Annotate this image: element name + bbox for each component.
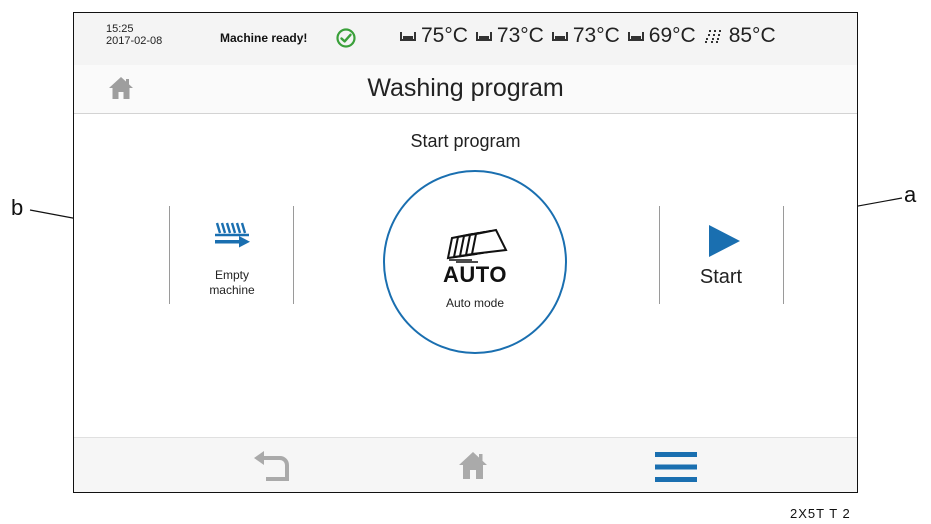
empty-machine-label: Empty machine: [170, 268, 294, 298]
auto-mode-label: Auto mode: [445, 296, 505, 310]
empty-label-line1: Empty: [214, 268, 249, 282]
status-message: Machine ready!: [220, 31, 308, 45]
empty-machine-icon: [215, 222, 250, 248]
empty-label-line2: machine: [209, 283, 255, 297]
touch-screen: 15:25 2017-02-08 Machine ready! 75°C 73°…: [73, 12, 858, 493]
temp-value: 69°C: [648, 24, 696, 47]
home-icon[interactable]: [457, 449, 489, 481]
temp-tank-4: 69°C: [627, 24, 696, 48]
start-button[interactable]: Start: [659, 206, 783, 304]
tank-icon: [400, 32, 416, 41]
temp-value: 73°C: [496, 24, 544, 47]
back-arrow-icon[interactable]: [252, 450, 292, 482]
temp-tank-2: 73°C: [475, 24, 544, 48]
auto-text: AUTO: [443, 262, 507, 287]
callout-a: a: [904, 182, 917, 207]
tank-icon: [627, 32, 644, 41]
play-icon: [709, 225, 740, 257]
tank-icon: [475, 32, 492, 41]
bottom-nav: [74, 437, 857, 492]
temp-value: 73°C: [572, 24, 620, 47]
temp-tank-1: 75°C: [400, 24, 468, 48]
menu-icon[interactable]: [654, 450, 698, 484]
empty-machine-button[interactable]: Empty machine: [170, 206, 294, 304]
temp-value: 75°C: [421, 24, 468, 47]
page-title: Washing program: [367, 74, 564, 102]
temp-rinse: 85°C: [704, 24, 776, 48]
start-label: Start: [699, 266, 743, 288]
status-bar: 15:25 2017-02-08 Machine ready! 75°C 73°…: [74, 13, 857, 66]
title-bar: Washing program: [74, 65, 857, 114]
section-title: Start program: [410, 131, 521, 151]
status-time: 15:25: [106, 23, 134, 35]
callout-b: b: [11, 195, 24, 220]
spray-icon: [704, 30, 721, 43]
datetime: 15:25 2017-02-08: [106, 23, 162, 47]
tank-icon: [551, 32, 568, 41]
check-circle-icon: [336, 28, 356, 48]
divider: [783, 206, 784, 304]
temp-tank-3: 73°C: [551, 24, 620, 48]
auto-mode-button[interactable]: AUTO Auto mode: [383, 170, 567, 354]
temp-value: 85°C: [728, 24, 776, 47]
status-date: 2017-02-08: [106, 35, 163, 47]
tank-temperatures: 75°C 73°C 73°C 69°C 85°C: [400, 24, 776, 48]
document-reference: 2X5T T 2: [790, 506, 851, 521]
